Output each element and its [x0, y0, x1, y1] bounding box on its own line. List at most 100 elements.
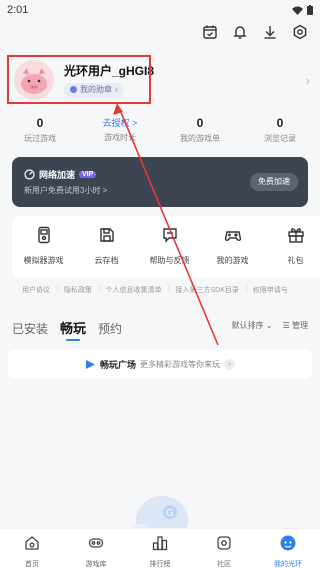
play-square-icon [85, 359, 95, 369]
stat-played-games[interactable]: 0 玩过游戏 [0, 116, 80, 148]
tab-play[interactable]: 畅玩 [60, 318, 86, 341]
stat-value: 0 [196, 116, 204, 130]
wifi-icon [292, 6, 303, 15]
manage-button[interactable]: ☰ 管理 [283, 320, 308, 331]
tool-label: 云存档 [94, 256, 119, 265]
stat-label: 玩过游戏 [24, 134, 56, 143]
community-icon [217, 536, 231, 550]
nav-label: 游戏库 [85, 561, 107, 568]
nav-label: 排行榜 [149, 561, 171, 568]
home-icon [25, 536, 39, 550]
link-sdk-list[interactable]: 接入第三方SDK目录 [175, 285, 238, 295]
link-privacy-policy[interactable]: 隐私政策 [64, 285, 92, 295]
tool-cloud-save[interactable]: 云存档 [75, 226, 138, 278]
authorize-link[interactable]: 去授权 > [80, 116, 160, 129]
link-user-agreement[interactable]: 用户协议 [22, 285, 50, 295]
game-tabs: 已安装 畅玩 预约 [12, 318, 122, 341]
free-accelerate-button[interactable]: 免费加速 [250, 173, 298, 191]
stat-game-lists[interactable]: 0 我的游戏单 [160, 116, 240, 148]
medal-badge[interactable]: 我的勋章 › [64, 82, 124, 97]
stat-value: 0 [36, 116, 44, 130]
stat-value: 0 [276, 116, 284, 130]
nav-label: 社区 [217, 561, 231, 568]
net-title-text: 网络加速 [39, 170, 76, 180]
status-bar: 2:01 [0, 0, 320, 20]
vip-badge: VIP [79, 171, 97, 178]
link-separator: | [168, 285, 171, 292]
stat-label: 游戏时长 [104, 133, 136, 142]
pig-avatar-icon [14, 60, 54, 100]
accelerate-icon [24, 169, 35, 180]
net-subtitle[interactable]: 新用户免费试用3小时 > [24, 185, 107, 196]
stat-label: 我的游戏单 [180, 134, 220, 143]
username: 光环用户_gHGI8 [64, 63, 155, 78]
chevron-right-icon: › [115, 85, 118, 95]
tool-my-games[interactable]: 我的游戏 [201, 226, 264, 278]
tab-installed[interactable]: 已安装 [12, 320, 48, 337]
link-separator: | [98, 285, 101, 292]
link-separator: | [57, 285, 59, 292]
tools-row: 模拟器游戏 云存档 帮助与反馈 我的游戏 礼包 [12, 216, 320, 278]
network-accelerate-card[interactable]: 网络加速 VIP 新用户免费试用3小时 > 免费加速 [12, 157, 308, 207]
sort-label: 默认排序 [231, 321, 264, 330]
nav-home[interactable]: 首页 [0, 529, 64, 568]
avatar[interactable] [14, 60, 54, 100]
profile-chevron-icon[interactable]: › [306, 73, 310, 88]
tool-help-feedback[interactable]: 帮助与反馈 [138, 226, 201, 278]
bell-icon[interactable] [232, 24, 248, 40]
svg-text:G: G [166, 508, 174, 519]
ranking-icon [152, 536, 168, 551]
tool-label: 模拟器游戏 [23, 256, 64, 265]
profile-info: 光环用户_gHGI8 我的勋章 › [64, 62, 306, 99]
medal-icon [70, 86, 77, 94]
status-icons [292, 5, 313, 15]
nav-my-halo[interactable]: 我的光环 [256, 529, 320, 568]
my-halo-icon [280, 535, 296, 551]
tool-label: 帮助与反馈 [149, 256, 190, 265]
stat-browse-history[interactable]: 0 浏览记录 [240, 116, 320, 148]
play-square-banner[interactable]: 畅玩广场 更多精彩游戏等你来玩 › [8, 350, 312, 378]
nav-label: 我的光环 [274, 561, 302, 568]
empty-state-illustration: G [132, 496, 188, 530]
tool-gift[interactable]: 礼包 [264, 226, 320, 278]
chevron-right-icon: › [224, 358, 235, 370]
medal-badge-label: 我的勋章 [80, 85, 112, 95]
sort-bar: 默认排序 ⌄ ☰ 管理 [232, 320, 308, 331]
battery-icon [307, 5, 313, 15]
profile-card[interactable]: 光环用户_gHGI8 我的勋章 › › [8, 52, 312, 108]
tool-label: 礼包 [287, 256, 304, 265]
nav-ranking[interactable]: 排行榜 [128, 529, 192, 568]
game-library-icon [88, 538, 104, 548]
settings-icon[interactable] [292, 24, 308, 40]
chevron-down-icon: ⌄ [265, 321, 273, 330]
controller-icon [224, 231, 241, 242]
manage-icon: ☰ [282, 321, 290, 330]
nav-label: 首页 [25, 561, 39, 568]
stat-game-time[interactable]: 去授权 > 游戏时长 [80, 116, 160, 148]
tool-label: 我的游戏 [216, 256, 249, 265]
legal-links: 用户协议 | 隐私政策 | 个人信息收集清单 | 接入第三方SDK目录 | 权限申请与 [22, 285, 320, 295]
link-info-list[interactable]: 个人信息收集清单 [106, 285, 162, 295]
stat-label: 浏览记录 [264, 134, 296, 143]
stats-row: 0 玩过游戏 去授权 > 游戏时长 0 我的游戏单 0 浏览记录 [0, 116, 320, 148]
calendar-icon[interactable] [202, 24, 218, 40]
sort-dropdown[interactable]: 默认排序 ⌄ [232, 320, 273, 331]
gift-icon [287, 228, 304, 243]
feedback-icon [162, 228, 177, 243]
download-icon[interactable] [262, 24, 278, 40]
cloud-save-icon [99, 228, 114, 242]
banner-title: 畅玩广场 [99, 359, 136, 370]
tool-emulator-games[interactable]: 模拟器游戏 [12, 226, 75, 278]
nav-community[interactable]: 社区 [192, 529, 256, 568]
gamepad-device-icon [37, 226, 50, 244]
link-permissions[interactable]: 权限申请与 [253, 285, 288, 295]
bottom-navigation: 首页 游戏库 排行榜 社区 我的光环 [0, 528, 320, 568]
banner-subtitle: 更多精彩游戏等你来玩 [140, 359, 220, 369]
manage-label: 管理 [292, 321, 308, 330]
tab-reserve[interactable]: 预约 [98, 320, 122, 337]
net-title: 网络加速 VIP [24, 168, 97, 181]
top-toolbar [202, 24, 308, 40]
link-separator: | [245, 285, 248, 292]
nav-game-library[interactable]: 游戏库 [64, 529, 128, 568]
status-time: 2:01 [7, 4, 29, 16]
